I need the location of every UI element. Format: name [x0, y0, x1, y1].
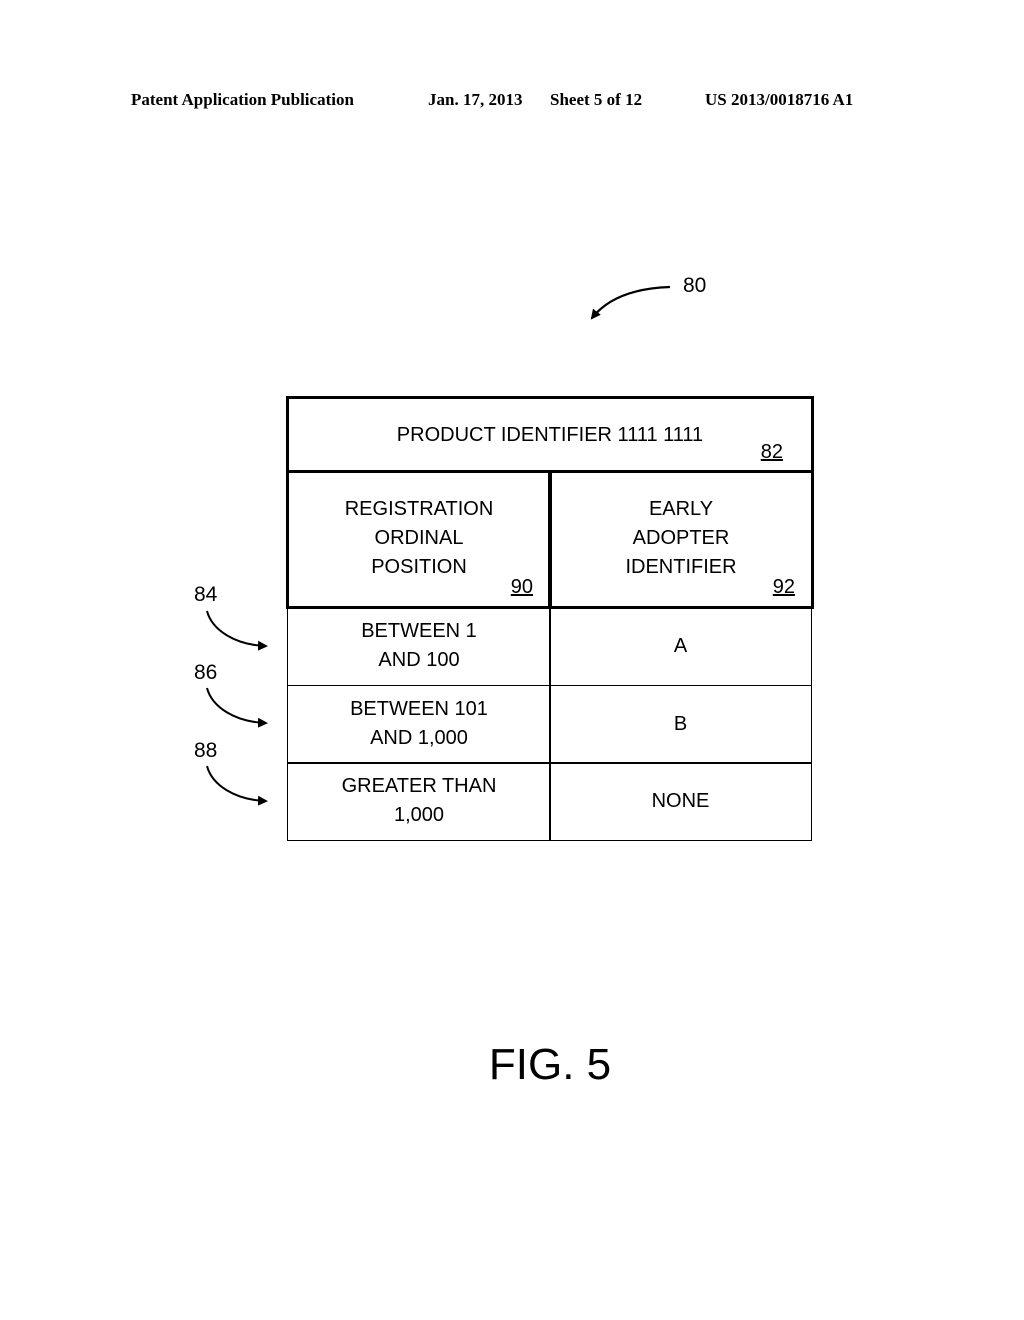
column-header-position: REGISTRATION ORDINAL POSITION 90 — [286, 470, 552, 609]
identifier-cell: B — [673, 713, 688, 735]
arrow-88 — [206, 765, 268, 806]
column-header-label: EARLY ADOPTER IDENTIFIER — [625, 498, 737, 578]
table-row: BETWEEN 101 AND 1,000 — [287, 685, 551, 764]
arrow-86 — [206, 687, 268, 728]
figure-caption: FIG. 5 — [488, 1040, 612, 1089]
position-cell: BETWEEN 101 AND 1,000 — [350, 698, 488, 749]
column-header-label: REGISTRATION ORDINAL POSITION — [344, 498, 494, 578]
identifier-cell: NONE — [651, 790, 710, 812]
table-row: BETWEEN 1 AND 100 — [287, 607, 551, 686]
table-row: GREATER THAN 1,000 — [287, 762, 551, 841]
table-row: A — [549, 607, 812, 686]
table-title-cell: PRODUCT IDENTIFIER 1111 1111 82 — [286, 396, 814, 473]
table-row: B — [549, 685, 812, 764]
ref-86: 86 — [194, 661, 218, 684]
arrow-80 — [590, 285, 671, 320]
table-title: PRODUCT IDENTIFIER 1111 1111 — [396, 424, 704, 446]
arrow-84 — [206, 610, 268, 651]
table-row: NONE — [549, 762, 812, 841]
ref-90: 90 — [510, 576, 533, 598]
position-cell: GREATER THAN 1,000 — [341, 775, 497, 826]
position-cell: BETWEEN 1 AND 100 — [361, 620, 477, 671]
ref-84: 84 — [194, 583, 218, 606]
identifier-cell: A — [673, 635, 688, 657]
ref-82: 82 — [760, 441, 783, 463]
ref-80: 80 — [683, 274, 707, 297]
ref-88: 88 — [194, 739, 218, 762]
column-header-identifier: EARLY ADOPTER IDENTIFIER 92 — [548, 470, 814, 609]
ref-92: 92 — [772, 576, 795, 598]
